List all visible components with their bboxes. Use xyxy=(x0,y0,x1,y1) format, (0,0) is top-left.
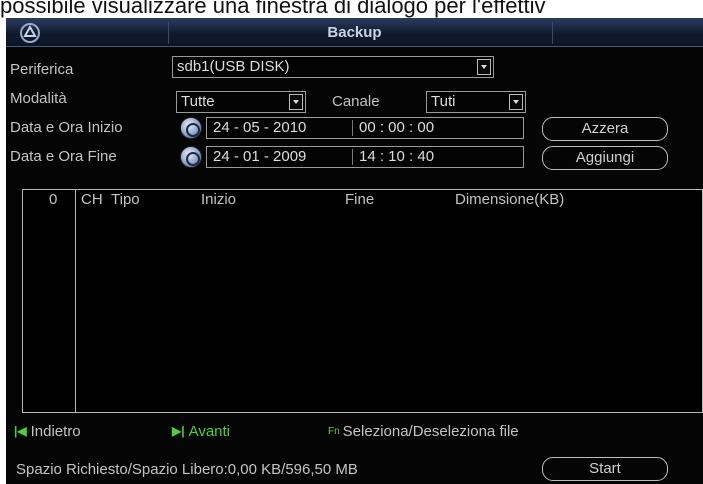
column-header-index[interactable]: 0 xyxy=(49,191,57,208)
nav-next[interactable]: ▶| Avanti xyxy=(172,423,230,445)
clock-icon[interactable] xyxy=(180,146,202,168)
title-divider-right xyxy=(552,22,553,44)
title-bar: Backup xyxy=(6,19,703,47)
channel-label: Canale xyxy=(332,93,380,110)
nav-back[interactable]: |◀ Indietro xyxy=(14,423,81,445)
start-date-value[interactable]: 24 - 05 - 2010 xyxy=(213,118,306,138)
backup-dialog: Backup Periferica sdb1(USB DISK) Modalit… xyxy=(6,18,703,484)
mode-select[interactable]: Tutte xyxy=(176,91,306,113)
device-select-value: sdb1(USB DISK) xyxy=(177,58,290,75)
file-list[interactable]: 0 CH Tipo Inizio Fine Dimensione(KB) xyxy=(22,189,703,413)
column-header-channel[interactable]: CH xyxy=(81,191,103,208)
column-divider xyxy=(75,190,76,412)
nav-next-label: Avanti xyxy=(188,423,231,440)
channel-select-value: Tuti xyxy=(431,93,456,110)
nav-toggle-label: Seleziona/Deseleziona file xyxy=(342,423,519,440)
document-caption-text: possibile visualizzare una finestra di d… xyxy=(0,0,546,18)
add-button[interactable]: Aggiungi xyxy=(542,146,668,170)
column-header-size[interactable]: Dimensione(KB) xyxy=(455,191,564,208)
clock-icon[interactable] xyxy=(180,117,202,139)
skip-forward-icon: ▶| xyxy=(172,424,185,438)
file-list-header: 0 CH Tipo Inizio Fine Dimensione(KB) xyxy=(23,190,702,210)
nav-back-label: Indietro xyxy=(30,423,81,440)
start-datetime-field[interactable]: 24 - 05 - 2010 00 : 00 : 00 xyxy=(206,117,524,139)
start-datetime-label: Data e Ora Inizio xyxy=(10,119,123,136)
start-time-value[interactable]: 00 : 00 : 00 xyxy=(359,118,434,138)
dialog-title: Backup xyxy=(327,24,382,41)
chevron-down-icon[interactable] xyxy=(509,94,523,110)
start-button[interactable]: Start xyxy=(542,457,668,481)
datetime-separator xyxy=(352,120,353,136)
device-label: Periferica xyxy=(10,61,74,78)
mode-label: Modalità xyxy=(10,90,67,107)
chevron-down-icon[interactable] xyxy=(477,59,491,75)
end-datetime-field[interactable]: 24 - 01 - 2009 14 : 10 : 40 xyxy=(206,146,524,168)
end-date-value[interactable]: 24 - 01 - 2009 xyxy=(213,147,306,167)
device-select[interactable]: sdb1(USB DISK) xyxy=(172,56,494,78)
column-header-start[interactable]: Inizio xyxy=(201,191,236,208)
chevron-down-icon[interactable] xyxy=(289,94,303,110)
channel-select[interactable]: Tuti xyxy=(426,91,526,113)
column-header-end[interactable]: Fine xyxy=(345,191,374,208)
reset-button[interactable]: Azzera xyxy=(542,117,668,141)
datetime-separator xyxy=(352,149,353,165)
fn-key-icon: Fn xyxy=(328,426,340,437)
skip-back-icon: |◀ xyxy=(14,424,27,438)
end-datetime-label: Data e Ora Fine xyxy=(10,148,117,165)
nav-toggle-select[interactable]: Fn Seleziona/Deseleziona file xyxy=(328,423,519,445)
mode-select-value: Tutte xyxy=(181,93,215,110)
space-status: Spazio Richiesto/Spazio Libero:0,00 KB/5… xyxy=(16,461,358,478)
end-time-value[interactable]: 14 : 10 : 40 xyxy=(359,147,434,167)
column-header-type[interactable]: Tipo xyxy=(111,191,140,208)
